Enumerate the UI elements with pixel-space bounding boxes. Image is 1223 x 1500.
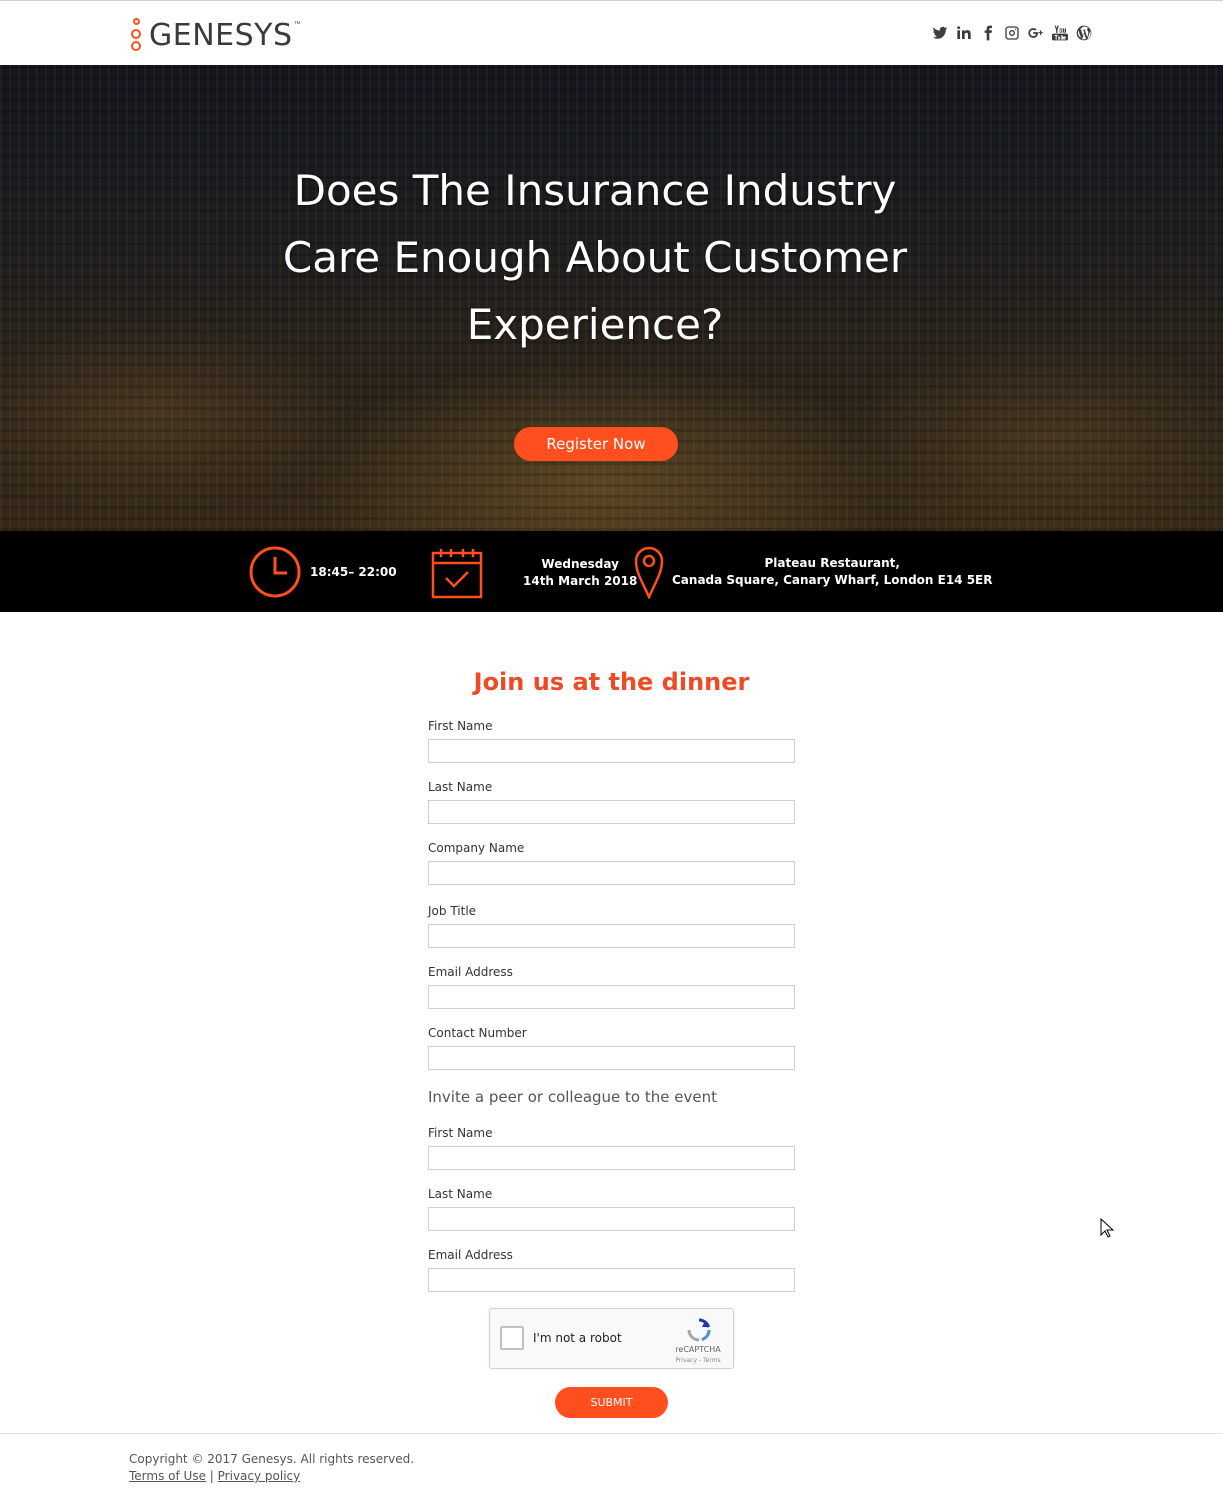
last-name-label: Last Name: [428, 780, 493, 794]
recaptcha-label: I'm not a robot: [533, 1331, 622, 1345]
facebook-icon[interactable]: [979, 23, 997, 43]
event-address: Canada Square, Canary Wharf, London E14 …: [672, 573, 993, 587]
job-title-label: Job Title: [428, 904, 477, 918]
linkedin-icon[interactable]: [955, 23, 973, 43]
calendar-icon: [431, 547, 483, 599]
mouse-cursor-icon: [1100, 1217, 1115, 1238]
hero-title-line-2: Care Enough About Customer: [282, 233, 908, 282]
event-location-text: Plateau Restaurant, Canada Square, Canar…: [672, 555, 992, 589]
email-address-input[interactable]: [428, 985, 795, 1009]
register-now-button[interactable]: Register Now: [514, 427, 678, 461]
event-time: 18:45– 22:00: [248, 545, 397, 599]
contact-number-input[interactable]: [428, 1046, 795, 1070]
map-pin-icon: [634, 545, 664, 599]
recaptcha-checkbox[interactable]: [500, 1326, 524, 1350]
contact-number-label: Contact Number: [428, 1026, 527, 1040]
logo-text: GENESYS: [149, 17, 293, 53]
event-date-text: Wednesday 14th March 2018: [523, 556, 637, 590]
company-name-label: Company Name: [428, 841, 525, 855]
wordpress-icon[interactable]: [1075, 23, 1093, 43]
youtube-icon[interactable]: [1051, 23, 1069, 43]
peer-last-name-input[interactable]: [428, 1207, 795, 1231]
hero-title: Does The Insurance Industry Care Enough …: [260, 157, 930, 358]
footer-links: Terms of Use | Privacy policy: [129, 1469, 300, 1483]
peer-email-input[interactable]: [428, 1268, 795, 1292]
hero-banner: Does The Insurance Industry Care Enough …: [0, 65, 1223, 531]
peer-first-name-label: First Name: [428, 1126, 493, 1140]
company-name-input[interactable]: [428, 861, 795, 885]
event-info-bar: 18:45– 22:00 Wednesday 14th March 2018 P…: [0, 531, 1223, 612]
genesys-logo[interactable]: GENESYS ™: [129, 17, 301, 53]
social-links: [931, 23, 1093, 43]
last-name-input[interactable]: [428, 800, 795, 824]
instagram-icon[interactable]: [1003, 23, 1021, 43]
hero-title-line-1: Does The Insurance Industry: [293, 166, 897, 215]
recaptcha-terms-link[interactable]: Privacy - Terms: [672, 1357, 724, 1364]
invite-heading: Invite a peer or colleague to the event: [428, 1088, 717, 1106]
footer-separator: |: [209, 1469, 214, 1483]
hero-title-line-3: Experience?: [466, 300, 724, 349]
event-location: Plateau Restaurant, Canada Square, Canar…: [634, 545, 992, 599]
google-plus-icon[interactable]: [1027, 23, 1045, 43]
email-address-label: Email Address: [428, 965, 513, 979]
site-footer: Copyright © 2017 Genesys. All rights res…: [0, 1433, 1223, 1500]
privacy-policy-link[interactable]: Privacy policy: [218, 1469, 301, 1483]
job-title-input[interactable]: [428, 924, 795, 948]
peer-last-name-label: Last Name: [428, 1187, 493, 1201]
event-venue: Plateau Restaurant,: [764, 556, 900, 570]
recaptcha-widget: I'm not a robot reCAPTCHA Privacy - Term…: [489, 1308, 734, 1369]
recaptcha-logo-icon: [686, 1317, 712, 1343]
twitter-icon[interactable]: [931, 23, 949, 43]
first-name-input[interactable]: [428, 739, 795, 763]
form-title: Join us at the dinner: [473, 668, 750, 696]
genesys-logo-mark-icon: [129, 18, 143, 52]
terms-of-use-link[interactable]: Terms of Use: [129, 1469, 206, 1483]
recaptcha-brand: reCAPTCHA: [675, 1345, 721, 1354]
event-time-text: 18:45– 22:00: [310, 564, 397, 579]
event-day: Wednesday: [541, 557, 619, 571]
copyright-text: Copyright © 2017 Genesys. All rights res…: [129, 1452, 415, 1466]
clock-icon: [248, 545, 302, 599]
peer-first-name-input[interactable]: [428, 1146, 795, 1170]
site-header: GENESYS ™: [0, 0, 1223, 65]
first-name-label: First Name: [428, 719, 493, 733]
logo-trademark: ™: [293, 21, 301, 28]
event-date-value: 14th March 2018: [523, 574, 638, 588]
peer-email-label: Email Address: [428, 1248, 513, 1262]
event-date: Wednesday 14th March 2018: [431, 547, 637, 599]
submit-button[interactable]: SUBMIT: [555, 1387, 668, 1418]
